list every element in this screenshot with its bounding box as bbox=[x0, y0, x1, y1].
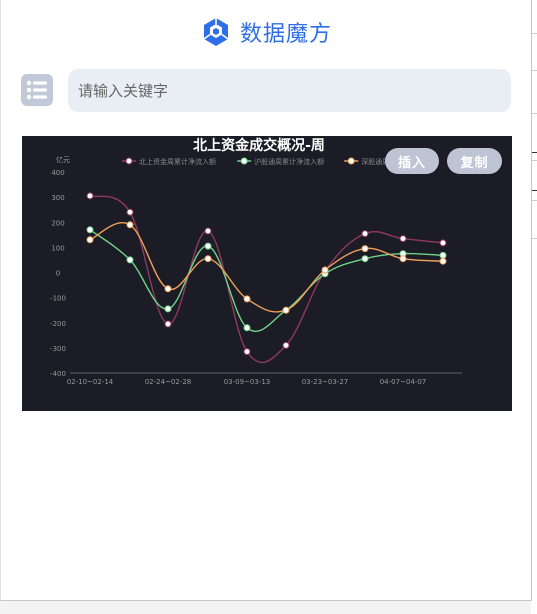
data-point bbox=[243, 348, 251, 356]
y-tick-label: 200 bbox=[51, 219, 64, 227]
data-point bbox=[126, 208, 134, 216]
data-point bbox=[164, 305, 172, 313]
data-point bbox=[282, 306, 290, 314]
data-point bbox=[439, 239, 447, 247]
list-icon bbox=[26, 80, 47, 100]
y-tick-label: 0 bbox=[56, 270, 60, 278]
background-text-fragment bbox=[532, 190, 537, 191]
data-point bbox=[86, 192, 94, 200]
app-title: 数据魔方 bbox=[239, 22, 332, 47]
series-line bbox=[89, 222, 444, 313]
x-tick-label: 03-23~03-27 bbox=[302, 378, 349, 386]
legend-marker bbox=[347, 157, 355, 165]
x-tick-label: 02-10~02-14 bbox=[67, 378, 114, 386]
chart-title: 北上资金成交概况-周 bbox=[193, 137, 325, 154]
data-point bbox=[439, 251, 447, 259]
background-text-fragment bbox=[532, 152, 537, 153]
data-point bbox=[126, 256, 134, 264]
x-tick-label: 04-07~04-07 bbox=[380, 378, 427, 386]
menu-button[interactable] bbox=[21, 74, 53, 106]
chart-card: 北上资金成交概况-周 北上资金周累计净流入额 沪股通周累计净流入额 深股通周累计 亿元 4… bbox=[22, 136, 512, 411]
copy-button[interactable]: 复制 bbox=[447, 148, 502, 174]
data-point bbox=[204, 242, 212, 250]
y-tick-label: 100 bbox=[51, 244, 64, 252]
data-point bbox=[243, 295, 251, 303]
data-point bbox=[439, 257, 447, 265]
y-axis-unit: 亿元 bbox=[56, 155, 70, 164]
y-tick-label: -100 bbox=[50, 295, 66, 303]
x-tick-label: 02-24~02-28 bbox=[145, 378, 192, 386]
legend-marker bbox=[240, 157, 248, 165]
app-header: 数据魔方 bbox=[1, 12, 531, 52]
y-tick-label: -200 bbox=[50, 320, 66, 328]
data-point bbox=[399, 235, 407, 243]
data-point bbox=[361, 230, 369, 238]
data-point bbox=[243, 324, 251, 332]
legend-label: 沪股通周累计净流入额 bbox=[254, 157, 324, 166]
y-tick-label: 300 bbox=[51, 194, 64, 202]
data-point bbox=[399, 255, 407, 263]
data-point bbox=[361, 255, 369, 263]
data-point bbox=[321, 266, 329, 274]
data-point bbox=[361, 245, 369, 253]
data-point bbox=[164, 320, 172, 328]
legend-label: 北上资金周累计净流入额 bbox=[139, 157, 216, 166]
data-point bbox=[86, 226, 94, 234]
search-input[interactable] bbox=[68, 69, 511, 112]
net-inflow-line-chart: 北上资金成交概况-周北上资金周累计净流入额 沪股通周累计净流入额 深股通周累计亿元4… bbox=[50, 137, 462, 386]
data-cube-panel: 数据魔方 北上资金成交概况-周北上资金周累计净流入额沪股通周累计净流入额深股通周… bbox=[0, 0, 532, 601]
data-point bbox=[86, 236, 94, 244]
data-point bbox=[164, 285, 172, 293]
data-point bbox=[204, 227, 212, 235]
y-tick-label: -300 bbox=[50, 345, 66, 353]
insert-button[interactable]: 插入 bbox=[385, 148, 439, 174]
y-tick-label: -400 bbox=[50, 370, 66, 378]
y-tick-label: 400 bbox=[51, 169, 64, 177]
x-tick-label: 03-09~03-13 bbox=[224, 378, 271, 386]
data-point bbox=[282, 341, 290, 349]
data-point bbox=[204, 255, 212, 263]
cube-logo-icon bbox=[203, 18, 229, 46]
data-point bbox=[126, 221, 134, 229]
legend-marker bbox=[125, 157, 133, 165]
